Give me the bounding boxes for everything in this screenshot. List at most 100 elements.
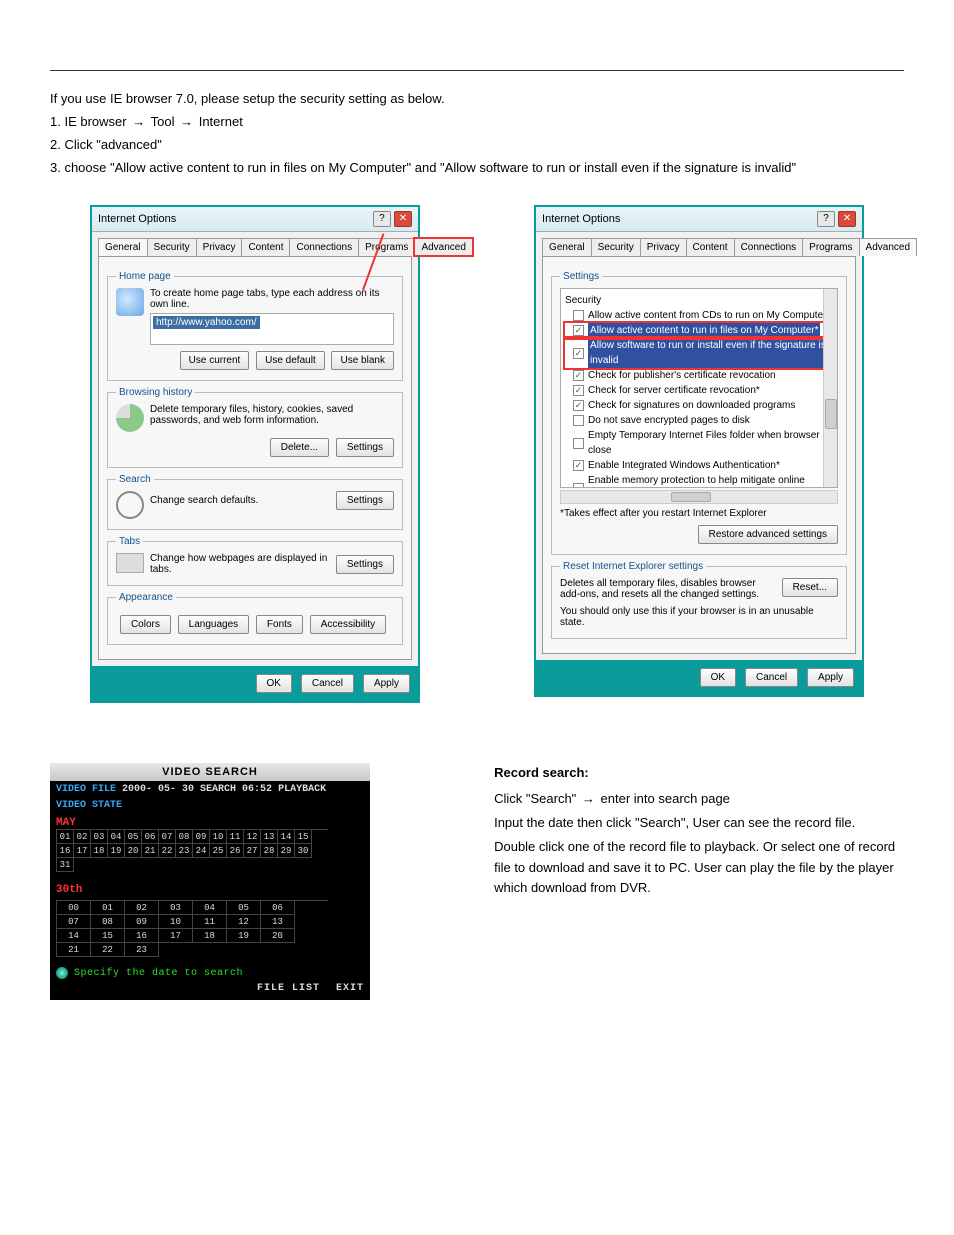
calendar-day[interactable]: 21 bbox=[142, 844, 159, 858]
search-button[interactable]: SEARCH bbox=[200, 784, 236, 795]
tab-general[interactable]: General bbox=[98, 238, 148, 256]
calendar-day[interactable]: 01 bbox=[57, 830, 74, 844]
use-current-button[interactable]: Use current bbox=[180, 351, 250, 370]
hour-cell[interactable]: 14 bbox=[57, 929, 91, 943]
hour-cell[interactable]: 08 bbox=[91, 915, 125, 929]
security-option[interactable]: ✓Check for publisher's certificate revoc… bbox=[565, 368, 833, 383]
calendar-day[interactable]: 03 bbox=[91, 830, 108, 844]
calendar-day[interactable]: 26 bbox=[227, 844, 244, 858]
tab-security[interactable]: Security bbox=[591, 238, 641, 256]
hour-grid[interactable]: 00010203040506 07080910111213 141516171819… bbox=[56, 900, 328, 957]
tab-programs[interactable]: Programs bbox=[358, 238, 415, 256]
hour-cell[interactable]: 20 bbox=[261, 929, 295, 943]
hour-cell[interactable]: 11 bbox=[193, 915, 227, 929]
hour-cell[interactable]: 03 bbox=[159, 901, 193, 915]
settings-tree[interactable]: Security Allow active content from CDs t… bbox=[560, 288, 838, 488]
calendar-day[interactable]: 22 bbox=[159, 844, 176, 858]
calendar-day[interactable]: 10 bbox=[210, 830, 227, 844]
calendar-day[interactable]: 02 bbox=[74, 830, 91, 844]
tab-content[interactable]: Content bbox=[686, 238, 735, 256]
security-option[interactable]: ✓Check for server certificate revocation… bbox=[565, 383, 833, 398]
calendar-day[interactable]: 23 bbox=[176, 844, 193, 858]
hour-cell[interactable]: 23 bbox=[125, 943, 159, 957]
homepage-url-input[interactable]: http://www.yahoo.com/ bbox=[150, 313, 394, 345]
calendar-grid[interactable]: 0102030405060708091011121314151617181920… bbox=[56, 829, 328, 872]
security-option[interactable]: Allow active content from CDs to run on … bbox=[565, 308, 833, 323]
hour-cell[interactable]: 04 bbox=[193, 901, 227, 915]
file-list-button[interactable]: FILE LIST bbox=[257, 983, 320, 994]
security-option[interactable]: Enable memory protection to help mitigat… bbox=[565, 473, 833, 488]
cancel-button[interactable]: Cancel bbox=[745, 668, 798, 687]
hour-cell[interactable]: 02 bbox=[125, 901, 159, 915]
hour-cell[interactable]: 21 bbox=[57, 943, 91, 957]
calendar-day[interactable]: 11 bbox=[227, 830, 244, 844]
vertical-scrollbar[interactable] bbox=[823, 289, 837, 487]
calendar-day[interactable]: 16 bbox=[57, 844, 74, 858]
tab-privacy[interactable]: Privacy bbox=[196, 238, 243, 256]
restore-advanced-button[interactable]: Restore advanced settings bbox=[698, 525, 838, 544]
checkbox-input[interactable] bbox=[573, 483, 584, 489]
tab-connections[interactable]: Connections bbox=[734, 238, 804, 256]
calendar-day[interactable]: 06 bbox=[142, 830, 159, 844]
hour-cell[interactable]: 05 bbox=[227, 901, 261, 915]
hour-cell[interactable]: 07 bbox=[57, 915, 91, 929]
accessibility-button[interactable]: Accessibility bbox=[310, 615, 386, 634]
calendar-day[interactable]: 04 bbox=[108, 830, 125, 844]
delete-button[interactable]: Delete... bbox=[270, 438, 329, 457]
horizontal-scrollbar[interactable] bbox=[560, 490, 838, 504]
cancel-button[interactable]: Cancel bbox=[301, 674, 354, 693]
security-option[interactable]: Empty Temporary Internet Files folder wh… bbox=[565, 428, 833, 458]
calendar-day[interactable]: 27 bbox=[244, 844, 261, 858]
search-settings-button[interactable]: Settings bbox=[336, 491, 394, 510]
tab-security[interactable]: Security bbox=[147, 238, 197, 256]
calendar-day[interactable]: 28 bbox=[261, 844, 278, 858]
tab-advanced[interactable]: Advanced bbox=[859, 238, 917, 256]
exit-button[interactable]: EXIT bbox=[336, 983, 364, 994]
calendar-day[interactable]: 13 bbox=[261, 830, 278, 844]
tab-advanced[interactable]: Advanced bbox=[414, 238, 472, 256]
apply-button[interactable]: Apply bbox=[363, 674, 410, 693]
checkbox-input[interactable]: ✓ bbox=[573, 348, 584, 359]
calendar-day[interactable]: 09 bbox=[193, 830, 210, 844]
hour-cell[interactable]: 12 bbox=[227, 915, 261, 929]
calendar-day[interactable]: 20 bbox=[125, 844, 142, 858]
checkbox-input[interactable]: ✓ bbox=[573, 400, 584, 411]
security-option[interactable]: ✓Allow software to run or install even i… bbox=[565, 338, 833, 368]
help-icon[interactable]: ? bbox=[373, 211, 391, 227]
calendar-day[interactable]: 17 bbox=[74, 844, 91, 858]
calendar-day[interactable]: 07 bbox=[159, 830, 176, 844]
hour-cell[interactable]: 00 bbox=[57, 901, 91, 915]
calendar-day[interactable]: 15 bbox=[295, 830, 312, 844]
settings-button[interactable]: Settings bbox=[336, 438, 394, 457]
apply-button[interactable]: Apply bbox=[807, 668, 854, 687]
help-icon[interactable]: ? bbox=[817, 211, 835, 227]
checkbox-input[interactable]: ✓ bbox=[573, 460, 584, 471]
checkbox-input[interactable]: ✓ bbox=[573, 370, 584, 381]
security-option[interactable]: Do not save encrypted pages to disk bbox=[565, 413, 833, 428]
hour-cell[interactable]: 01 bbox=[91, 901, 125, 915]
use-blank-button[interactable]: Use blank bbox=[331, 351, 393, 370]
hour-cell[interactable]: 09 bbox=[125, 915, 159, 929]
hour-cell[interactable]: 16 bbox=[125, 929, 159, 943]
calendar-day[interactable]: 12 bbox=[244, 830, 261, 844]
reset-button[interactable]: Reset... bbox=[782, 578, 838, 597]
close-icon[interactable]: ✕ bbox=[394, 211, 412, 227]
calendar-day[interactable]: 19 bbox=[108, 844, 125, 858]
calendar-day[interactable]: 05 bbox=[125, 830, 142, 844]
fonts-button[interactable]: Fonts bbox=[256, 615, 303, 634]
hour-cell[interactable]: 15 bbox=[91, 929, 125, 943]
hour-cell[interactable]: 18 bbox=[193, 929, 227, 943]
checkbox-input[interactable] bbox=[573, 438, 584, 449]
hour-cell[interactable]: 17 bbox=[159, 929, 193, 943]
close-icon[interactable]: ✕ bbox=[838, 211, 856, 227]
checkbox-input[interactable]: ✓ bbox=[573, 385, 584, 396]
hour-cell[interactable]: 19 bbox=[227, 929, 261, 943]
hour-cell[interactable]: 06 bbox=[261, 901, 295, 915]
use-default-button[interactable]: Use default bbox=[256, 351, 325, 370]
tab-content[interactable]: Content bbox=[241, 238, 290, 256]
calendar-day[interactable]: 29 bbox=[278, 844, 295, 858]
calendar-day[interactable]: 08 bbox=[176, 830, 193, 844]
hour-cell[interactable]: 10 bbox=[159, 915, 193, 929]
security-option[interactable]: ✓Check for signatures on downloaded prog… bbox=[565, 398, 833, 413]
hour-cell[interactable]: 13 bbox=[261, 915, 295, 929]
